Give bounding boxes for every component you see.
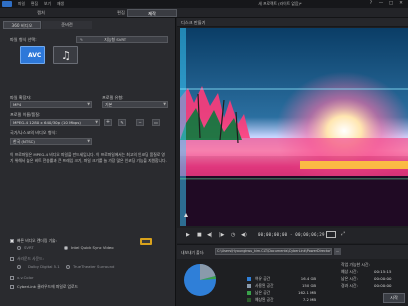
remaining-time-value: 00:00:00: [374, 276, 392, 281]
minimize-icon[interactable]: —: [376, 1, 386, 7]
svrt-label: SVRT: [24, 245, 34, 250]
svrt-radio[interactable]: [17, 246, 21, 250]
title-bar: 파일 편집 보기 재생 새 프로젝트 (라이트 없음)* ? — □ ✕: [0, 0, 408, 8]
menu-file[interactable]: 파일: [18, 1, 25, 7]
browse-button[interactable]: ...: [334, 248, 341, 255]
profile-type-value: 기본: [105, 102, 113, 107]
legend-value-remaining: 162.1 MB: [298, 290, 316, 295]
elapsed-time-value: 00:00:00: [374, 283, 392, 288]
mode-bar: 캡처 편집 제작: [0, 8, 408, 18]
intel-qsv-radio[interactable]: [64, 246, 68, 250]
profile-name-label: 프로필 이름/품질:: [10, 112, 41, 117]
menu-edit[interactable]: 편집: [31, 1, 38, 7]
hardware-accel-icon: [140, 238, 152, 245]
legend-value-used: 150 GB: [301, 283, 316, 288]
profile-type-select[interactable]: 기본 ▼: [102, 101, 168, 108]
add-profile-button[interactable]: +: [104, 119, 112, 126]
legend-name-remaining: 남은 공간: [255, 290, 271, 295]
profile-quality-select[interactable]: MPEG-4 1280 x 640/30p (10 Mbps) ▼: [10, 119, 100, 126]
dolby-radio[interactable]: [17, 265, 21, 269]
snapshot-icon[interactable]: ◷: [231, 232, 235, 238]
tab-360-video[interactable]: 360 비디오: [3, 21, 41, 29]
intelligent-svrt-label: 지능형 SVRT: [104, 37, 127, 42]
format-audio-icon[interactable]: ♫: [53, 46, 78, 64]
export-folder-input[interactable]: C:\Users\Hyoungkwu_kim.CLT\Documents\Cyb…: [215, 248, 332, 255]
estimated-time-label: 예상 시간:: [341, 269, 358, 274]
menu-play[interactable]: 재생: [57, 1, 64, 7]
profile-description: 이 프로파일은 MPEG-4 비디오 파일을 만드세입니다. 이 프로파일에서는…: [10, 152, 167, 164]
legend-value-estimated: 7.2 MB: [302, 297, 316, 302]
legend-color-used: [247, 284, 251, 288]
remaining-time-label: 남은 시간:: [341, 276, 358, 281]
legend-color-remaining: [247, 291, 251, 295]
profile-info-icon[interactable]: ▭: [152, 119, 160, 126]
preview-header: 디스크 만들기: [177, 18, 408, 27]
svrt-icon: ✎: [80, 38, 84, 42]
legend-name-estimated: 예상된 공간: [255, 297, 274, 302]
video-frame-image: [180, 28, 408, 226]
music-note-icon: ♫: [61, 49, 71, 62]
format-avc-label: AVC: [28, 52, 42, 59]
elapsed-time-label: 경과 시간:: [341, 283, 358, 288]
legend-value-free: 16.4 GB: [300, 276, 316, 281]
surround-label: 서라운드 사운드:: [17, 256, 44, 261]
video-preview[interactable]: [180, 28, 408, 226]
xvcolor-checkbox[interactable]: [10, 276, 14, 280]
legend-name-used: 사용된 공간: [255, 283, 274, 288]
xvcolor-label: x.v.Color: [17, 275, 34, 280]
legend-color-free: [247, 277, 251, 281]
country-format-select[interactable]: 한국 (NTSC) ▼: [10, 138, 92, 145]
file-extension-select[interactable]: MP4 ▼: [10, 101, 92, 108]
upload-cloud-checkbox[interactable]: [10, 285, 14, 289]
intel-qsv-label: Intel Quick Sync Video: [71, 245, 114, 250]
chevron-down-icon: ▼: [87, 102, 90, 106]
intelligent-svrt-button[interactable]: ✎ 지능형 SVRT: [76, 36, 168, 43]
chevron-down-icon: ▼: [95, 120, 98, 124]
country-format-label: 국가/나스코의 비디오 형식:: [10, 130, 57, 135]
app-logo-icon: [2, 1, 12, 7]
required-time-label: 작업 가능한 시간:: [341, 262, 370, 267]
timecode-display: 00;00;00;00 - 00;00;06;29: [258, 232, 325, 237]
profile-quality-value: MPEG-4 1280 x 640/30p (10 Mbps): [13, 120, 81, 125]
fast-render-label: 빠른 비디오 렌더링 기술:: [17, 238, 57, 243]
upload-cloud-label: CyberLink 클라우드에 파일로 업로드: [17, 284, 79, 289]
chevron-down-icon: ▼: [163, 102, 166, 106]
close-icon[interactable]: ✕: [396, 1, 406, 7]
external-display-icon[interactable]: [326, 231, 336, 238]
tab-produce[interactable]: 제작: [127, 9, 177, 17]
surround-checkbox[interactable]: [10, 257, 14, 261]
tab-capture[interactable]: 캡처: [16, 9, 66, 17]
legend-color-estimated: [247, 298, 251, 302]
format-avc-icon[interactable]: AVC: [20, 46, 45, 64]
country-format-value: 한국 (NTSC): [13, 139, 35, 144]
estimated-time-value: 00:15:15: [374, 269, 392, 274]
window-title: 새 프로젝트 (라이트 없음)*: [258, 1, 302, 6]
chevron-down-icon: ▼: [87, 139, 90, 143]
next-frame-icon[interactable]: |▶: [219, 232, 225, 238]
file-extension-value: MP4: [13, 102, 22, 107]
prev-frame-icon[interactable]: ◀|: [207, 232, 213, 238]
fullscreen-icon[interactable]: ⤢: [341, 231, 345, 237]
tab-standard[interactable]: 준비전: [42, 21, 92, 29]
truetheater-radio[interactable]: [66, 265, 70, 269]
file-format-label: 파일 형식 선택:: [10, 37, 37, 42]
help-icon[interactable]: ?: [366, 1, 376, 7]
menu-view[interactable]: 보기: [44, 1, 51, 7]
delete-profile-icon[interactable]: −: [136, 119, 144, 126]
dolby-label: Dolby Digital 5.1: [28, 264, 60, 269]
disk-space-pie: [184, 264, 216, 296]
export-folder-label: 내보내기 폴더:: [181, 250, 205, 255]
truetheater-label: TrueTheater Surround: [73, 264, 115, 269]
play-icon[interactable]: ▶: [186, 232, 190, 238]
maximize-icon[interactable]: □: [386, 1, 396, 7]
volume-icon[interactable]: ◀): [241, 232, 247, 238]
legend-name-free: 여유 공간: [255, 276, 271, 281]
fast-render-checkbox[interactable]: [10, 239, 14, 243]
edit-profile-icon[interactable]: ✎: [118, 119, 126, 126]
start-button[interactable]: 시작: [383, 293, 405, 303]
stop-icon[interactable]: ■: [197, 232, 202, 238]
